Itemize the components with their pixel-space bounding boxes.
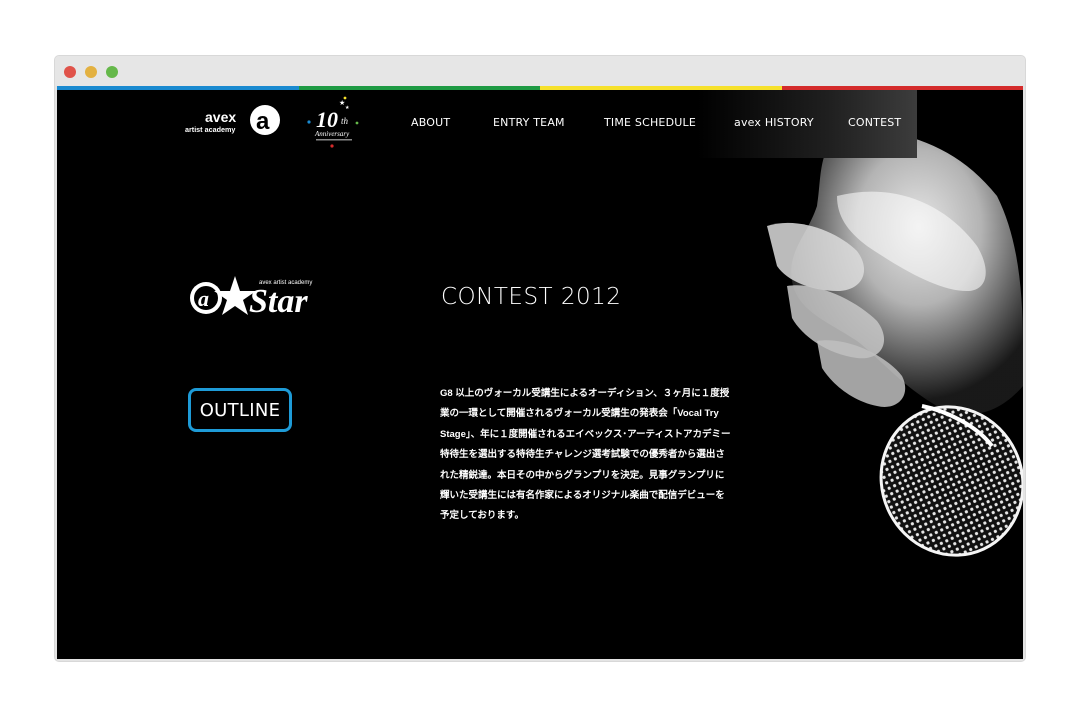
svg-text:a: a [256, 108, 270, 135]
svg-text:Star: Star [249, 283, 308, 320]
outline-button[interactable]: OUTLINE [188, 388, 292, 432]
svg-text:artist academy: artist academy [185, 125, 235, 134]
minimize-window-button[interactable] [85, 66, 97, 78]
microphone-hand-photo [767, 88, 1023, 557]
description-line: Stage」、年に１度開催されるエイベックス･アーティストアカデミー [440, 428, 731, 440]
stripe-yellow [540, 86, 782, 90]
color-stripe-bar [57, 86, 1023, 90]
avex-artist-academy-logo[interactable]: avex artist academy a [185, 104, 283, 140]
browser-titlebar [55, 56, 1025, 86]
description-line: 予定しております。 [440, 510, 524, 522]
10th-anniversary-logo: ★ ★ 10 th Anniversary [307, 96, 359, 148]
description-line: れた精鋭達。本日その中からグランプリを決定。見事グランプリに [440, 469, 725, 481]
nav-time-schedule[interactable]: TIME SCHEDULE [604, 116, 696, 129]
svg-text:avex: avex [205, 109, 236, 125]
nav-about[interactable]: ABOUT [411, 116, 450, 129]
description-line: G8 以上のヴォーカル受講生によるオーディション、３ヶ月に１度授 [440, 388, 730, 399]
description-line: 輝いた受講生には有名作家によるオリジナル楽曲で配信デビューを [440, 490, 725, 502]
contest-description: G8 以上のヴォーカル受講生によるオーディション、３ヶ月に１度授 業の一環として… [440, 384, 745, 527]
page-title: CONTEST 2012 [441, 284, 622, 310]
stripe-green [298, 86, 540, 90]
stripe-red [781, 86, 1023, 90]
nav-avex-history[interactable]: avex HISTORY [734, 116, 814, 129]
svg-text:avex artist academy: avex artist academy [259, 280, 312, 286]
svg-text:★: ★ [345, 105, 350, 111]
close-window-button[interactable] [64, 66, 76, 78]
nav-entry-team[interactable]: ENTRY TEAM [493, 116, 565, 129]
description-line: 業の一環として開催されるヴォーカル受講生の発表会「Vocal Try [440, 408, 719, 420]
description-line: 特待生を選出する特待生チャレンジ選考試験での優秀者から選出さ [440, 449, 725, 461]
svg-text:Anniversary: Anniversary [314, 130, 350, 138]
svg-text:10: 10 [316, 107, 338, 132]
nav-contest[interactable]: CONTEST [848, 116, 901, 129]
stripe-blue [57, 86, 299, 90]
page-viewport: avex artist academy a ★ ★ 10 th Annivers… [57, 86, 1023, 659]
svg-text:th: th [341, 116, 349, 126]
a-star-logo: a Star avex artist academy [190, 276, 312, 320]
maximize-window-button[interactable] [106, 66, 118, 78]
svg-text:a: a [198, 286, 209, 311]
browser-window: avex artist academy a ★ ★ 10 th Annivers… [55, 56, 1025, 661]
